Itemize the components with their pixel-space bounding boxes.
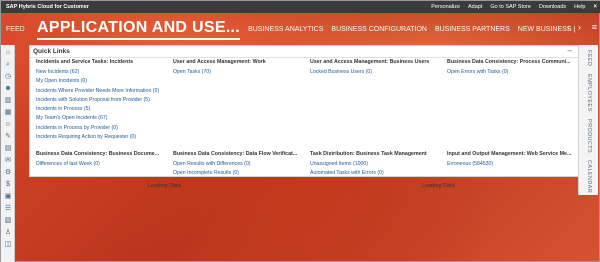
side-tab-calendar[interactable]: CALENDAR [579,159,599,195]
group-heading: Business Data Consistency: Business Docu… [36,151,160,157]
tab-feed[interactable]: FEED [1,26,37,33]
loading-indicator: Loading Data [422,183,455,189]
search-icon[interactable]: ⌕ [4,61,12,69]
quick-link[interactable]: Erroneous (584530) [447,160,575,169]
quick-links-title: Quick Links [33,48,70,55]
user-icon[interactable]: ♙ [4,229,12,237]
quick-link[interactable]: Automated Tasks with Errors (0) [310,169,444,178]
quick-link[interactable]: Incidents with Solution Proposal from Pr… [36,96,170,105]
tab-business-analytics[interactable]: BUSINESS ANALYTICS [248,26,323,33]
customer-icon[interactable]: ☺ [4,121,12,129]
home-icon[interactable]: ⌂ [4,49,12,57]
quick-link[interactable]: Incidents in Process (5) [36,105,170,114]
quick-link[interactable]: Incidents in Process by Provider (0) [36,124,170,133]
quick-links-group: Business Data Consistency: Business Docu… [36,151,170,169]
work-center-nav: FEED APPLICATION AND USE... BUSINESS ANA… [1,13,600,45]
quick-link[interactable]: Differences of last Week (0) [36,160,170,169]
quick-links-group: Business Data Consistency: Data Flow Ver… [173,151,307,179]
chat-icon[interactable]: ◫ [4,241,12,249]
group-heading: Business Data Consistency: Process Commu… [447,59,571,65]
divider [30,57,578,58]
quick-link[interactable]: Open Errors with Tasks (0) [447,68,575,77]
quick-link[interactable]: Open Tasks (70) [173,68,307,77]
side-tab-employees[interactable]: EMPLOYEES [579,73,599,113]
quick-links-group: Task Distribution: Business Task Managem… [310,151,444,179]
quick-link[interactable]: Unassigned Items (1000) [310,160,444,169]
top-links: Personalize Adapt Go to SAP Store Downlo… [431,4,600,10]
collapse-icon[interactable]: – [568,46,572,55]
close-icon[interactable]: × [593,4,597,10]
report-icon[interactable]: ▧ [4,217,12,225]
quick-link[interactable]: Incidents Requiring Action by Requester … [36,133,170,142]
quick-link[interactable]: Locked Business Users (0) [310,68,444,77]
group-heading: User and Access Management: Business Use… [310,59,430,65]
clock-icon[interactable]: ◷ [4,73,12,81]
left-sidebar: ⌂ ⌕ ◷ ☻ ▥ ▦ ☺ ✎ ▤ ✉ ⚙ $ ▣ ☰ ▧ ♙ ◫ [1,45,15,262]
tab-scroll-arrows: ‹ › [567,22,581,32]
list-icon[interactable]: ☰ [4,205,12,213]
quick-link[interactable]: Incidents Where Provider Needs More Info… [36,87,170,96]
gear-icon[interactable]: ⚙ [4,169,12,177]
chart-icon[interactable]: ▥ [4,97,12,105]
tab-business-configuration[interactable]: BUSINESS CONFIGURATION [331,26,427,33]
group-heading: Incidents and Service Tasks: Incidents [36,59,134,65]
calendar-icon[interactable]: ▦ [4,109,12,117]
top-bar: SAP Hybris Cloud for Customer Personaliz… [1,1,600,13]
loading-indicator: Loading Data [148,183,181,189]
quick-link[interactable]: My Open Incidents (0) [36,77,170,86]
chevron-left-icon[interactable]: ‹ [567,22,570,32]
group-heading: User and Access Management: Work [173,59,266,65]
tab-business-partners[interactable]: BUSINESS PARTNERS [435,26,510,33]
quick-link[interactable]: New Incidents (62) [36,68,170,77]
quick-links-group: Input and Output Management: Web Service… [447,151,575,169]
dollar-icon[interactable]: $ [4,181,12,189]
tab-application-and-user-management[interactable]: APPLICATION AND USE... [37,19,241,40]
quick-links-group: Business Data Consistency: Process Commu… [447,59,575,77]
adapt-link[interactable]: Adapt [468,4,482,10]
quick-links-group: Incidents and Service Tasks: Incidents N… [36,59,170,142]
downloads-link[interactable]: Downloads [539,4,566,10]
sap-store-link[interactable]: Go to SAP Store [490,4,531,10]
note-icon[interactable]: ✎ [4,133,12,141]
group-heading: Task Distribution: Business Task Managem… [310,151,427,157]
quick-links-group: User and Access Management: Business Use… [310,59,444,77]
quick-link[interactable]: My Team's Open Incidents (67) [36,114,170,123]
app-window: SAP Hybris Cloud for Customer Personaliz… [0,0,600,262]
group-heading: Input and Output Management: Web Service… [447,151,572,157]
menu-icon[interactable]: ≡ [592,22,597,32]
box-icon[interactable]: ▣ [4,193,12,201]
side-tab-products[interactable]: PRODUCTS [579,117,599,155]
quick-link[interactable]: Open Incomplete Results (0) [173,169,307,178]
document-icon[interactable]: ▤ [4,145,12,153]
quick-link[interactable]: Open Results with Differences (0) [173,160,307,169]
mail-icon[interactable]: ✉ [4,157,12,165]
side-tab-feed[interactable]: FEED [579,47,599,69]
group-heading: Business Data Consistency: Data Flow Ver… [173,151,298,157]
quick-links-group: User and Access Management: Work Open Ta… [173,59,307,77]
quick-links-panel: Quick Links – Incidents and Service Task… [29,45,579,177]
personalize-link[interactable]: Personalize [431,4,460,10]
help-link[interactable]: Help [574,4,585,10]
right-side-panel: FEED EMPLOYEES PRODUCTS CALENDAR [578,45,598,195]
chevron-right-icon[interactable]: › [578,22,581,32]
brand-title: SAP Hybris Cloud for Customer [6,4,90,10]
people-icon[interactable]: ☻ [4,85,12,93]
